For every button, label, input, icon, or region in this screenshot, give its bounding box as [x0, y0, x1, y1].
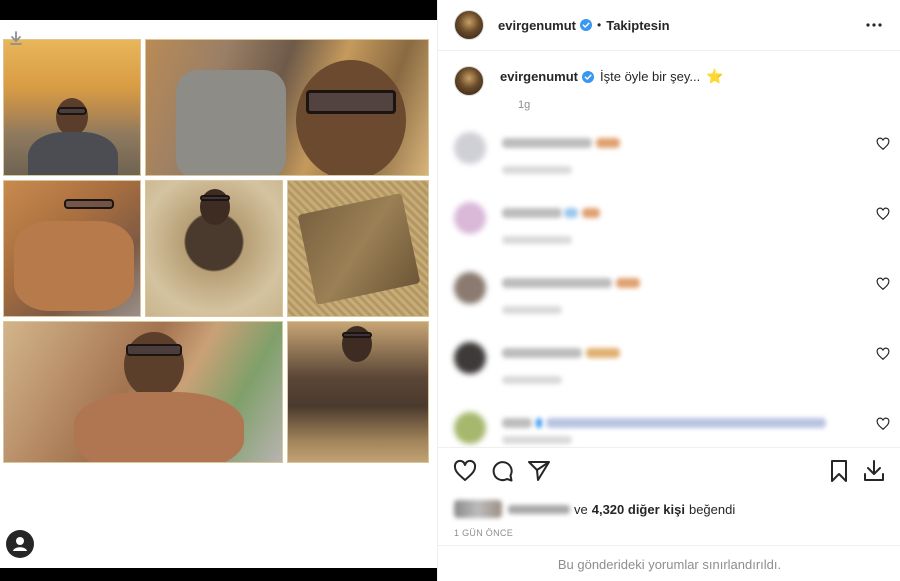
- star-icon: ⭐: [706, 68, 724, 84]
- blurred-comment-text: [546, 418, 826, 428]
- collage-photo-4: [145, 180, 283, 317]
- caption-username[interactable]: evirgenumut: [500, 69, 578, 84]
- likes-connector: ve: [574, 501, 588, 517]
- list-item: [454, 132, 894, 182]
- caption-text: İşte öyle bir şey...: [600, 69, 701, 84]
- verified-badge-icon: [582, 70, 595, 83]
- collage-photo-7: [287, 321, 429, 463]
- blurred-emoji: [564, 208, 578, 218]
- heart-icon[interactable]: [452, 458, 478, 484]
- blurred-emoji: [616, 278, 640, 288]
- header-username[interactable]: evirgenumut: [498, 18, 576, 33]
- blurred-comment-text: [502, 138, 592, 148]
- blurred-comment-meta: [502, 236, 572, 244]
- list-item: [454, 412, 894, 447]
- caption-time: 1g: [518, 99, 531, 111]
- post-timestamp[interactable]: 1 GÜN ÖNCE: [454, 528, 513, 538]
- blurred-emoji: [536, 418, 542, 428]
- collage-photo-5: [287, 180, 429, 317]
- comments-restricted-notice: Bu gönderideki yorumlar sınırlandırıldı.: [438, 545, 900, 581]
- blurred-comment-text: [502, 348, 582, 358]
- paper-plane-icon[interactable]: [526, 458, 552, 484]
- collage-photo-2: [145, 39, 429, 176]
- profile-tag-icon[interactable]: [6, 530, 34, 558]
- blurred-emoji: [586, 348, 620, 358]
- likes-summary[interactable]: ve 4,320 diğer kişi beğendi: [454, 500, 735, 518]
- photo-collage[interactable]: [3, 39, 429, 463]
- comment-avatar: [454, 132, 486, 164]
- blurred-comment-meta: [502, 166, 572, 174]
- comments-list[interactable]: evirgenumut İşte öyle bir şey... ⭐ 1g: [438, 51, 900, 447]
- post-side-panel: evirgenumut • Takiptesin evirgenumut İşt…: [437, 0, 900, 581]
- likes-suffix: beğendi: [688, 501, 736, 517]
- list-item: [454, 202, 894, 252]
- blurred-comment-meta: [502, 376, 562, 384]
- blurred-liker-name: [508, 504, 570, 514]
- comment-bubble-icon[interactable]: [489, 458, 515, 484]
- caption-avatar[interactable]: [454, 66, 484, 96]
- heart-icon[interactable]: [876, 277, 890, 291]
- avatar[interactable]: [454, 10, 484, 40]
- blurred-emoji: [596, 138, 620, 148]
- bookmark-icon[interactable]: [826, 458, 852, 484]
- comment-avatar: [454, 412, 486, 444]
- blurred-comment-text: [502, 418, 532, 428]
- post-actions: ve 4,320 diğer kişi beğendi 1 GÜN ÖNCE B…: [438, 447, 900, 581]
- post-media[interactable]: [0, 0, 437, 581]
- list-item: [454, 272, 894, 322]
- action-icons-row: [452, 458, 887, 486]
- comment-avatar: [454, 272, 486, 304]
- more-horizontal-icon[interactable]: [862, 13, 886, 37]
- heart-icon[interactable]: [876, 207, 890, 221]
- collage-photo-3: [3, 180, 141, 317]
- heart-icon[interactable]: [876, 137, 890, 151]
- liker-avatars: [454, 500, 502, 518]
- blurred-comment-meta: [502, 306, 562, 314]
- blurred-comment-meta: [502, 436, 572, 444]
- blurred-emoji: [582, 208, 600, 218]
- list-item: [454, 342, 894, 392]
- heart-icon[interactable]: [876, 417, 890, 431]
- collage-photo-6: [3, 321, 283, 463]
- collage-photo-1: [3, 39, 141, 176]
- verified-badge-icon: [580, 19, 593, 31]
- media-bottom-bar: [0, 568, 437, 581]
- blurred-comment-text: [502, 208, 562, 218]
- follow-status-button[interactable]: Takiptesin: [606, 18, 669, 33]
- comment-avatar: [454, 202, 486, 234]
- blurred-comment-text: [502, 278, 612, 288]
- heart-icon[interactable]: [876, 347, 890, 361]
- download-icon[interactable]: [8, 30, 24, 46]
- likes-count[interactable]: 4,320 diğer kişi: [592, 502, 685, 517]
- post-header: evirgenumut • Takiptesin: [438, 0, 900, 51]
- download-icon[interactable]: [861, 458, 887, 484]
- header-separator: •: [597, 18, 602, 32]
- comment-avatar: [454, 342, 486, 374]
- media-top-bar: [0, 0, 437, 20]
